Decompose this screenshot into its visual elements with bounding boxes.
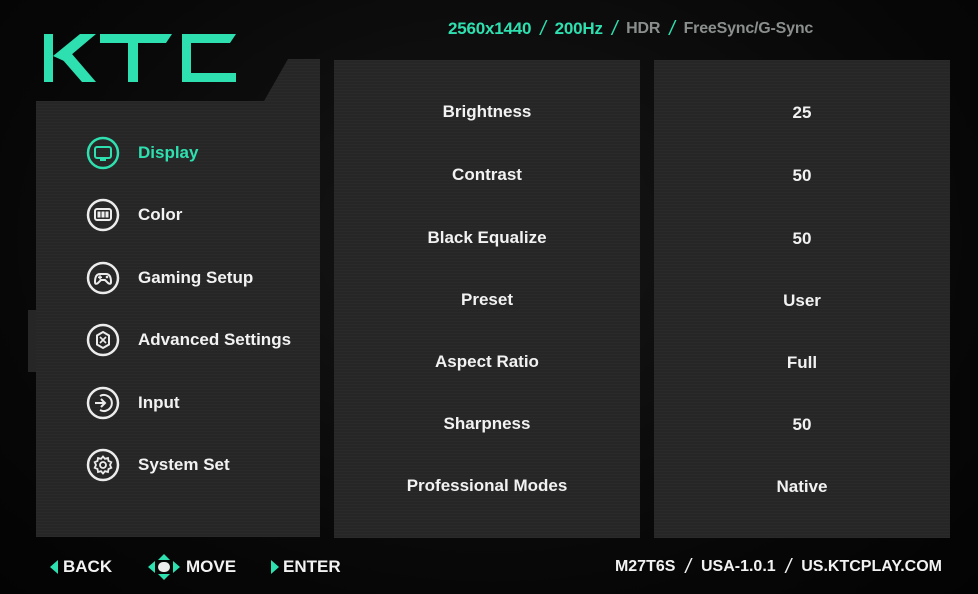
spec-bar: 2560x1440 / 200Hz / HDR / FreeSync/G-Syn… xyxy=(448,17,813,41)
menu-item-label: Advanced Settings xyxy=(138,330,292,349)
dpad-icon xyxy=(148,554,180,580)
menu-item-display[interactable]: Display xyxy=(86,135,198,171)
info-separator: / xyxy=(785,555,792,578)
setting-sharpness-label[interactable]: Sharpness xyxy=(334,414,640,434)
menu-item-label: System Set xyxy=(138,455,230,474)
setting-black-equalize-label[interactable]: Black Equalize xyxy=(334,228,640,248)
menu-item-gaming-setup[interactable]: Gaming Setup xyxy=(86,260,253,296)
gear-icon xyxy=(86,448,120,482)
setting-sharpness-value[interactable]: 50 xyxy=(654,415,950,435)
firmware-text: USA-1.0.1 xyxy=(700,558,776,575)
setting-brightness-value[interactable]: 25 xyxy=(654,103,950,123)
enter-hint: ENTER xyxy=(270,556,341,578)
menu-item-input[interactable]: Input xyxy=(86,385,180,421)
setting-contrast-label[interactable]: Contrast xyxy=(334,165,640,185)
setting-professional-modes-value[interactable]: Native xyxy=(654,477,950,497)
setting-preset-value[interactable]: User xyxy=(654,291,950,311)
osd-screen: 2560x1440 / 200Hz / HDR / FreeSync/G-Syn… xyxy=(0,0,978,594)
menu-item-advanced-settings[interactable]: Advanced Settings xyxy=(86,322,291,358)
arrow-left-icon xyxy=(50,560,58,574)
input-icon xyxy=(86,386,120,420)
monitor-icon xyxy=(86,136,120,170)
spec-separator: / xyxy=(540,17,546,40)
enter-hint-label: ENTER xyxy=(283,557,341,576)
model-text: M27T6S xyxy=(614,558,676,575)
setting-preset-label[interactable]: Preset xyxy=(334,290,640,310)
spec-separator: / xyxy=(611,17,618,40)
sync-text: FreeSync/G-Sync xyxy=(683,20,814,37)
setting-black-equalize-value[interactable]: 50 xyxy=(654,229,950,249)
menu-item-color[interactable]: Color xyxy=(86,197,182,233)
refresh-rate-text: 200Hz xyxy=(554,19,603,38)
device-info: M27T6S / USA-1.0.1 / US.KTCPLAY.COM xyxy=(615,556,942,578)
setting-contrast-value[interactable]: 50 xyxy=(654,166,950,186)
setting-aspect-ratio-label[interactable]: Aspect Ratio xyxy=(334,352,640,372)
info-separator: / xyxy=(685,555,691,578)
back-hint-label: BACK xyxy=(63,557,113,576)
setting-professional-modes-label[interactable]: Professional Modes xyxy=(334,476,640,496)
arrow-right-icon xyxy=(271,560,279,574)
ktc-logo xyxy=(44,34,236,82)
advanced-settings-icon xyxy=(86,323,120,357)
menu-item-label: Gaming Setup xyxy=(138,268,254,287)
setting-brightness-label[interactable]: Brightness xyxy=(334,102,640,122)
move-hint: MOVE xyxy=(148,554,237,580)
move-hint-label: MOVE xyxy=(186,557,237,576)
menu-item-label: Color xyxy=(138,205,183,224)
menu-item-label: Display xyxy=(138,143,199,162)
menu-item-system-set[interactable]: System Set xyxy=(86,447,230,483)
menu-item-label: Input xyxy=(138,393,180,412)
color-icon xyxy=(86,198,120,232)
back-hint: BACK xyxy=(50,556,112,578)
hdr-text: HDR xyxy=(626,20,661,37)
gamepad-icon xyxy=(86,261,120,295)
menu-panel-notch xyxy=(28,310,36,372)
website-text: US.KTCPLAY.COM xyxy=(801,558,942,575)
spec-separator: / xyxy=(669,17,675,40)
resolution-text: 2560x1440 xyxy=(448,19,532,38)
setting-aspect-ratio-value[interactable]: Full xyxy=(654,353,950,373)
